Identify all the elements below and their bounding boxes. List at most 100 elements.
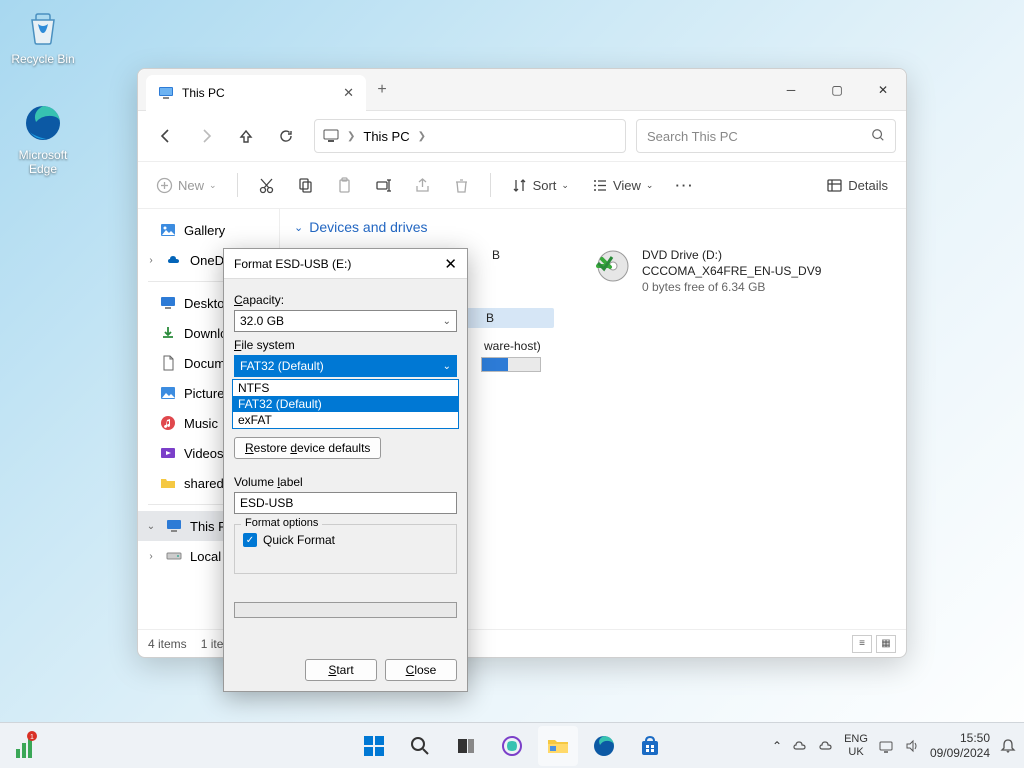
chevron-right-icon: ❯ (347, 131, 355, 142)
refresh-button[interactable] (268, 118, 304, 154)
plus-circle-icon (156, 177, 173, 194)
network-icon[interactable] (878, 738, 894, 754)
start-button[interactable] (354, 726, 394, 766)
download-icon (160, 325, 176, 341)
chevron-right-icon[interactable]: › (144, 551, 158, 562)
dvd-icon (594, 247, 632, 285)
dialog-title: Format ESD-USB (E:) (234, 257, 351, 271)
taskbar: 1 ⌃ ENG UK 15:50 09/09/2024 (0, 722, 1024, 768)
delete-button[interactable] (445, 169, 478, 201)
chevron-down-icon[interactable]: ⌄ (144, 521, 158, 532)
more-button[interactable]: ··· (667, 169, 702, 201)
back-button[interactable] (148, 118, 184, 154)
volume-label: Volume label (234, 475, 457, 489)
close-button[interactable]: ✕ (860, 69, 906, 111)
restore-defaults-button[interactable]: Restore device defaults (234, 437, 381, 459)
copy-button[interactable] (289, 169, 322, 201)
taskbar-store[interactable] (630, 726, 670, 766)
start-button[interactable]: Start (305, 659, 377, 681)
new-tab-button[interactable]: + (366, 81, 398, 99)
gallery-icon (160, 222, 176, 238)
search-icon (871, 128, 885, 145)
chevron-right-icon: ❯ (418, 131, 426, 142)
drive-item-dvd[interactable]: DVD Drive (D:) CCCOMA_X64FRE_EN-US_DV9 0… (594, 247, 874, 296)
task-view-icon (455, 735, 477, 757)
onedrive-tray-icon[interactable] (792, 738, 808, 754)
details-icon (826, 177, 843, 194)
taskbar-explorer[interactable] (538, 726, 578, 766)
stocks-icon: 1 (10, 731, 40, 761)
sort-icon (511, 177, 528, 194)
chevron-down-icon: ⌄ (646, 180, 654, 191)
view-button[interactable]: View⌄ (583, 169, 662, 201)
notifications-icon[interactable] (1000, 738, 1016, 754)
svg-text:1: 1 (30, 734, 34, 741)
close-button[interactable]: Close (385, 659, 457, 681)
view-list-button[interactable]: ≡ (852, 635, 872, 653)
desktop-icon-recycle[interactable]: Recycle Bin (6, 6, 80, 66)
share-icon (414, 177, 431, 194)
chevron-down-icon: ⌄ (209, 180, 217, 191)
tab-thispc[interactable]: This PC ✕ (146, 75, 366, 111)
group-title: Format options (241, 517, 322, 529)
search-input[interactable]: Search This PC (636, 119, 896, 153)
language-indicator[interactable]: ENG UK (844, 733, 868, 757)
onedrive-tray-icon-2[interactable] (818, 738, 834, 754)
tray-chevron-icon[interactable]: ⌃ (772, 739, 782, 753)
chevron-right-icon[interactable]: › (144, 255, 158, 266)
taskbar-copilot[interactable] (492, 726, 532, 766)
sort-button[interactable]: Sort⌄ (503, 169, 577, 201)
search-placeholder: Search This PC (647, 129, 738, 144)
task-view-button[interactable] (446, 726, 486, 766)
capacity-label: Capacity: (234, 293, 457, 307)
command-bar: New ⌄ Sort⌄ View⌄ ··· Details (138, 161, 906, 209)
widgets-button[interactable]: 1 (10, 731, 40, 761)
sidebar-item-gallery[interactable]: Gallery (138, 215, 279, 245)
breadcrumb[interactable]: ❯ This PC ❯ (314, 119, 626, 153)
volume-input[interactable] (234, 492, 457, 514)
close-icon[interactable]: ✕ (444, 255, 457, 273)
section-header[interactable]: ⌄ Devices and drives (294, 219, 892, 235)
drive-name: DVD Drive (D:) (642, 247, 821, 263)
quick-format-checkbox[interactable]: ✓ Quick Format (243, 533, 448, 547)
new-button[interactable]: New ⌄ (148, 169, 225, 201)
up-button[interactable] (228, 118, 264, 154)
format-dialog: Format ESD-USB (E:) ✕ Capacity: 32.0 GB⌄… (223, 248, 468, 692)
maximize-button[interactable]: ▢ (814, 69, 860, 111)
video-icon (160, 445, 176, 461)
view-grid-button[interactable]: ▦ (876, 635, 896, 653)
dropdown-option-ntfs[interactable]: NTFS (233, 380, 458, 396)
search-icon (409, 735, 431, 757)
titlebar: This PC ✕ + ─ ▢ ✕ (138, 69, 906, 111)
chevron-down-icon: ⌄ (561, 180, 569, 191)
chevron-down-icon: ⌄ (443, 316, 451, 327)
drive-free: 0 bytes free of 6.34 GB (642, 279, 821, 295)
capacity-select[interactable]: 32.0 GB⌄ (234, 310, 457, 332)
filesystem-select[interactable]: FAT32 (Default)⌄ (234, 355, 457, 377)
recycle-bin-icon (22, 6, 64, 48)
dialog-titlebar: Format ESD-USB (E:) ✕ (224, 249, 467, 279)
cut-button[interactable] (250, 169, 283, 201)
desktop-icon-label: Microsoft Edge (19, 148, 68, 176)
taskbar-edge[interactable] (584, 726, 624, 766)
dropdown-option-fat32[interactable]: FAT32 (Default) (233, 396, 458, 412)
filesystem-dropdown[interactable]: NTFS FAT32 (Default) exFAT (232, 379, 459, 429)
share-button[interactable] (406, 169, 439, 201)
paste-button[interactable] (328, 169, 361, 201)
details-button[interactable]: Details (818, 169, 896, 201)
drive-icon (166, 548, 182, 564)
clock[interactable]: 15:50 09/09/2024 (930, 731, 990, 761)
cloud-icon (166, 252, 182, 268)
desktop-icon-edge[interactable]: Microsoft Edge (6, 102, 80, 176)
dropdown-option-exfat[interactable]: exFAT (233, 412, 458, 428)
minimize-button[interactable]: ─ (768, 69, 814, 111)
tab-close-icon[interactable]: ✕ (343, 85, 354, 101)
taskbar-search[interactable] (400, 726, 440, 766)
paste-icon (336, 177, 353, 194)
breadcrumb-segment[interactable]: This PC (363, 129, 409, 144)
forward-button[interactable] (188, 118, 224, 154)
cut-icon (258, 177, 275, 194)
store-icon (638, 734, 662, 758)
rename-button[interactable] (367, 169, 400, 201)
volume-icon[interactable] (904, 738, 920, 754)
